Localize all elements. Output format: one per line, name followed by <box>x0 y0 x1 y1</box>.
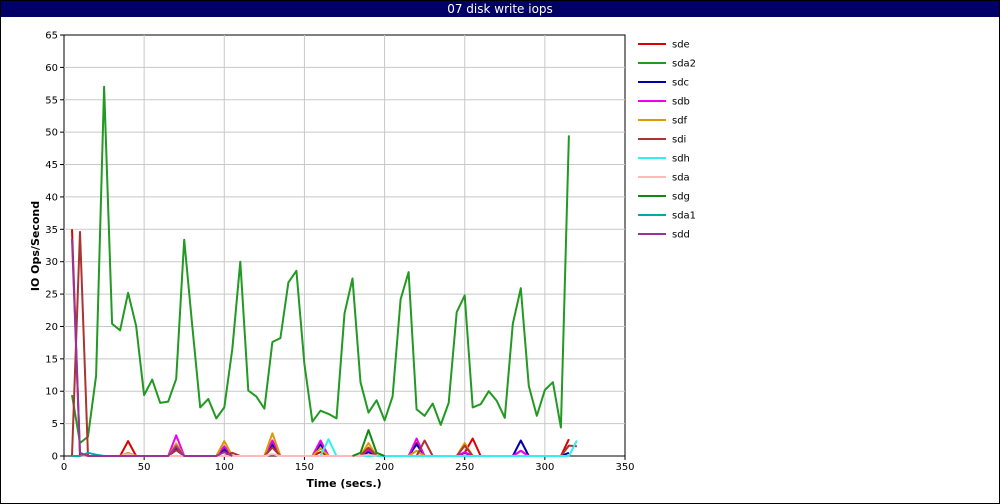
legend-label-sda2: sda2 <box>672 59 696 70</box>
legend-label-sdd: sdd <box>672 230 690 241</box>
y-tick-label: 65 <box>45 31 58 42</box>
x-axis-label: Time (secs.) <box>306 477 381 490</box>
y-tick-label: 45 <box>45 160 58 171</box>
y-tick-label: 35 <box>45 225 58 236</box>
x-tick-label: 50 <box>138 462 151 473</box>
y-tick-label: 10 <box>45 387 58 398</box>
legend-label-sdh: sdh <box>672 154 690 165</box>
x-tick-label: 0 <box>61 462 67 473</box>
legend-label-sdi: sdi <box>672 135 686 146</box>
y-tick-label: 0 <box>52 452 58 463</box>
y-tick-label: 30 <box>45 257 58 268</box>
legend-label-sdf: sdf <box>672 116 688 127</box>
y-tick-label: 20 <box>45 322 58 333</box>
y-axis-label: IO Ops/Second <box>29 201 42 291</box>
y-tick-label: 50 <box>45 128 58 139</box>
x-tick-label: 250 <box>455 462 474 473</box>
x-axis-ticks: 0 50 100 150 200 250 300 350 <box>61 456 635 473</box>
x-tick-label: 150 <box>295 462 314 473</box>
legend-label-sde: sde <box>672 40 690 51</box>
x-tick-label: 100 <box>215 462 234 473</box>
legend-label-sda: sda <box>672 173 690 184</box>
legend-label-sdb: sdb <box>672 97 690 108</box>
y-tick-label: 5 <box>52 419 58 430</box>
y-tick-label: 55 <box>45 95 58 106</box>
x-tick-label: 200 <box>375 462 394 473</box>
y-tick-label: 40 <box>45 192 58 203</box>
x-tick-label: 300 <box>535 462 554 473</box>
y-axis-ticks: 0 5 10 15 20 25 30 35 40 45 50 55 60 65 <box>45 31 64 463</box>
legend-label-sda1: sda1 <box>672 211 696 222</box>
legend: sde sda2 sdc sdb sdf sdi sdh sda sdg sda1 sdd <box>638 40 696 241</box>
x-tick-label: 350 <box>615 462 634 473</box>
y-tick-label: 15 <box>45 354 58 365</box>
y-tick-label: 60 <box>45 63 58 74</box>
legend-label-sdg: sdg <box>672 192 690 203</box>
y-tick-label: 25 <box>45 290 58 301</box>
plot-background <box>63 34 626 457</box>
line-chart: 0 50 100 150 200 250 300 350 0 5 10 15 20 25 30 35 40 45… <box>29 31 696 491</box>
legend-label-sdc: sdc <box>672 78 689 89</box>
